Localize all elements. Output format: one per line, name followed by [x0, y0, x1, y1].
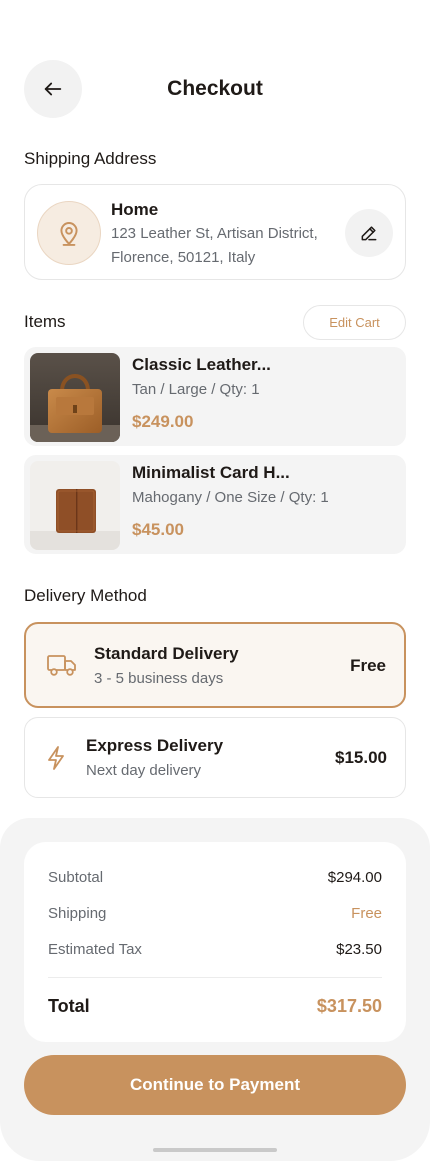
delivery-option-express[interactable]: Express Delivery Next day delivery $15.0… — [24, 717, 406, 798]
delivery-name: Express Delivery — [86, 736, 224, 755]
address-name: Home — [111, 200, 159, 219]
delivery-price: $15.00 — [335, 748, 387, 767]
address-line-1: 123 Leather St, Artisan District, — [111, 225, 318, 242]
shipping-value: Free — [351, 905, 382, 922]
delivery-time: 3 - 5 business days — [94, 670, 224, 687]
address-line-2: Florence, 50121, Italy — [111, 249, 256, 266]
delivery-name: Standard Delivery — [94, 644, 239, 663]
total-label: Total — [48, 996, 90, 1016]
item-meta: Tan / Large / Qty: 1 — [132, 381, 260, 398]
edit-cart-button[interactable]: Edit Cart — [303, 305, 406, 340]
tax-row: Estimated Tax $23.50 — [48, 941, 382, 958]
edit-address-button[interactable] — [345, 209, 393, 257]
location-pin-icon — [60, 222, 78, 246]
item-price: $249.00 — [132, 412, 194, 431]
cart-item[interactable]: Minimalist Card H... Mahogany / One Size… — [24, 455, 406, 554]
shipping-address-card[interactable]: Home 123 Leather St, Artisan District, F… — [24, 184, 406, 280]
pencil-icon — [361, 226, 377, 241]
shipping-label: Shipping — [48, 905, 107, 922]
tax-label: Estimated Tax — [48, 941, 142, 958]
delivery-time: Next day delivery — [86, 762, 202, 779]
total-row: Total $317.50 — [48, 996, 382, 1017]
tax-value: $23.50 — [336, 941, 382, 958]
delivery-price: Free — [350, 656, 386, 675]
delivery-section-label: Delivery Method — [24, 586, 147, 605]
summary-divider — [48, 977, 382, 978]
items-section-label: Items — [24, 312, 66, 331]
product-image-handbag — [30, 353, 120, 442]
item-name: Classic Leather... — [132, 355, 271, 374]
delivery-option-standard[interactable]: Standard Delivery 3 - 5 business days Fr… — [24, 622, 406, 708]
continue-to-payment-button[interactable]: Continue to Payment — [24, 1055, 406, 1115]
order-summary-card: Subtotal $294.00 Shipping Free Estimated… — [24, 842, 406, 1042]
shipping-row: Shipping Free — [48, 905, 382, 922]
page-title: Checkout — [167, 77, 263, 100]
item-meta: Mahogany / One Size / Qty: 1 — [132, 489, 329, 506]
lightning-icon — [45, 745, 67, 771]
item-price: $45.00 — [132, 520, 184, 539]
order-summary-panel: Subtotal $294.00 Shipping Free Estimated… — [0, 818, 430, 1161]
subtotal-value: $294.00 — [327, 869, 382, 886]
header: Checkout — [24, 60, 406, 118]
location-badge — [37, 201, 101, 265]
home-indicator — [153, 1148, 277, 1152]
product-image-card-holder — [30, 461, 120, 550]
truck-icon — [46, 652, 78, 678]
item-name: Minimalist Card H... — [132, 463, 290, 482]
cart-item[interactable]: Classic Leather... Tan / Large / Qty: 1 … — [24, 347, 406, 446]
subtotal-label: Subtotal — [48, 869, 104, 886]
total-value: $317.50 — [316, 996, 382, 1016]
subtotal-row: Subtotal $294.00 — [48, 869, 382, 886]
shipping-section-label: Shipping Address — [24, 149, 157, 168]
